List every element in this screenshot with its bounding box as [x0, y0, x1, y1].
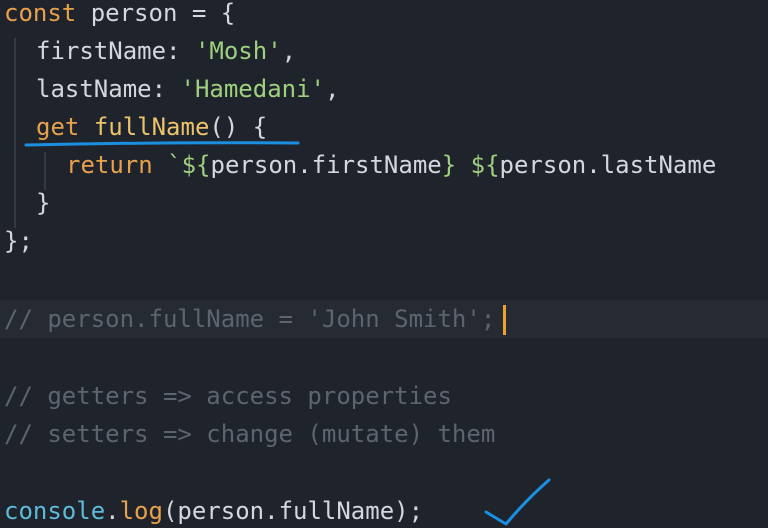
closing-brace-semicolon: }; — [4, 227, 33, 255]
code-line-6: } — [36, 184, 768, 222]
template-backtick: ` — [167, 151, 182, 179]
code-line-2: firstName: 'Mosh', — [36, 32, 768, 70]
comment-setters: // setters => change (mutate) them — [4, 420, 496, 448]
interp-person: person — [210, 151, 298, 179]
interp-close: } — [441, 151, 457, 179]
code-line-11: console.log(person.fullName); — [4, 492, 768, 528]
getter-name-fullName: fullName — [93, 113, 210, 141]
interp-person: person — [499, 151, 587, 179]
code-line-1: const person = { — [4, 0, 768, 32]
code-line-9: // getters => access properties — [4, 377, 768, 415]
comment-getters: // getters => access properties — [4, 382, 452, 410]
getter-params: () { — [209, 113, 268, 141]
interp-dot: . — [297, 151, 312, 179]
string-mosh: 'Mosh' — [194, 37, 282, 65]
interp-dot: . — [586, 151, 601, 179]
keyword-const: const — [4, 0, 77, 27]
identifier-console: console — [4, 497, 106, 525]
colon: : — [166, 37, 195, 65]
interp-lastName: lastName — [600, 151, 717, 179]
function-log: log — [119, 497, 163, 525]
indent-guide — [14, 38, 16, 228]
operator-open: = { — [191, 0, 236, 27]
code-line-10: // setters => change (mutate) them — [4, 415, 768, 453]
code-line-8-active[interactable]: // person.fullName = 'John Smith'; — [0, 300, 768, 338]
text-cursor — [503, 305, 507, 335]
property-firstName: firstName — [36, 37, 167, 65]
dot: . — [105, 497, 120, 525]
comma: , — [281, 37, 297, 65]
comment-assign-fullName: // person.fullName = 'John Smith'; — [4, 305, 496, 333]
code-editor[interactable]: const person = { firstName: 'Mosh', last… — [0, 0, 768, 528]
colon: : — [151, 75, 181, 103]
identifier-person: person — [76, 0, 192, 27]
closing-brace: } — [36, 189, 51, 217]
interp-open: ${ — [470, 151, 500, 179]
code-line-3: lastName: 'Hamedani', — [36, 70, 768, 108]
property-lastName: lastName — [36, 75, 152, 103]
keyword-get: get — [36, 113, 80, 141]
code-line-7: }; — [4, 222, 768, 260]
interp-firstName: firstName — [311, 151, 442, 179]
log-arguments: (person.fullName); — [162, 497, 424, 525]
string-hamedani: 'Hamedani' — [180, 75, 326, 103]
comma: , — [325, 75, 340, 103]
code-line-5: return `${person.firstName} ${person.las… — [66, 146, 768, 184]
interp-open: ${ — [181, 151, 211, 179]
keyword-return: return — [66, 151, 153, 179]
code-line-4: get fullName() { — [36, 108, 768, 146]
